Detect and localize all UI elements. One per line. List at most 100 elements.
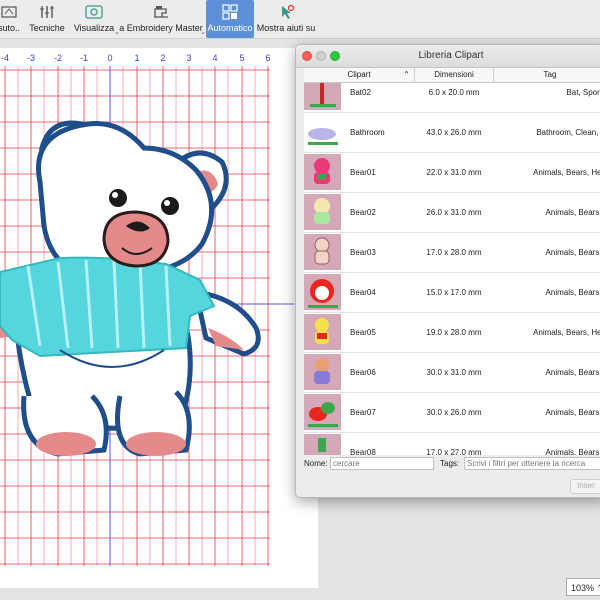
- column-clipart-label: Clipart: [347, 70, 371, 79]
- clipart-thumbnail-bat: [304, 83, 341, 110]
- toolbar-automatic-label: Automatico: [207, 23, 253, 33]
- clipart-name: Bathroom: [350, 128, 385, 137]
- tags-label: Tags:: [440, 459, 460, 468]
- insert-button[interactable]: Inser: [570, 479, 600, 494]
- clipart-dimensions: 15.0 x 17.0 mm: [426, 288, 482, 297]
- close-window-button[interactable]: [302, 51, 312, 61]
- clipart-dimensions: 6.0 x 20.0 mm: [428, 88, 480, 97]
- column-dimensions-label: Dimensioni: [434, 70, 474, 79]
- clipart-dimensions: 30.0 x 31.0 mm: [426, 368, 482, 377]
- zoom-level: 103%: [571, 583, 595, 593]
- clipart-name: Bear07: [350, 408, 376, 417]
- column-tag[interactable]: Tag: [494, 68, 600, 82]
- clipart-thumbnail-bear08: [304, 434, 341, 455]
- ruler-label: 4: [212, 53, 218, 63]
- clipart-table-header: Clipart ⌃ Dimensioni Tag: [304, 68, 600, 83]
- toolbar-help-button[interactable]: Mostra aiuti su: [257, 0, 315, 38]
- table-row[interactable]: Bathroom 43.0 x 26.0 mm Bathroom, Clean,…: [304, 113, 600, 153]
- clipart-thumbnail-bear01: [304, 154, 341, 190]
- toolbar-view-button[interactable]: Visualizza ⌄: [73, 0, 120, 38]
- column-tag-label: Tag: [543, 70, 557, 79]
- clipart-tags: Animals, Bears, I: [545, 288, 600, 297]
- toolbar-auto-label: suto..: [0, 23, 20, 33]
- clipart-name: Bear08: [350, 448, 376, 455]
- clipart-tags: Animals, Bears, I: [545, 408, 600, 417]
- clipart-tags: Bathroom, Clean, S: [536, 128, 600, 137]
- techniques-icon: [40, 6, 54, 18]
- clipart-thumbnail-bear04: [304, 274, 341, 310]
- clipart-name: Bear02: [350, 208, 376, 217]
- table-row[interactable]: Bear08 17.0 x 27.0 mm Animals, Bears, I: [304, 433, 600, 455]
- automatic-icon: [222, 4, 238, 20]
- toolbar-view-label: Visualizza: [73, 23, 115, 33]
- clipart-dimensions: 30.0 x 26.0 mm: [426, 408, 482, 417]
- clipart-dimensions: 22.0 x 31.0 mm: [426, 168, 482, 177]
- clipart-thumbnail-bear06: [304, 354, 341, 390]
- clipart-name: Bear01: [350, 168, 376, 177]
- ruler-label: 0: [107, 53, 113, 63]
- chevron-up-icon: ⌃: [594, 583, 600, 593]
- tags-filter-input[interactable]: [464, 457, 600, 470]
- sewing-machine-icon: [154, 6, 168, 18]
- table-row[interactable]: Bear07 30.0 x 26.0 mm Animals, Bears, I: [304, 393, 600, 433]
- clipart-dimensions: 19.0 x 28.0 mm: [426, 328, 482, 337]
- sort-ascending-icon: ⌃: [403, 70, 410, 79]
- clipart-tags: Animals, Bears, I: [545, 448, 600, 455]
- toolbar-help-label: Mostra aiuti su: [256, 23, 316, 33]
- ruler-label: 1: [134, 53, 140, 63]
- clipart-thumbnail-bathroom: [304, 114, 341, 150]
- horizontal-ruler: -4 -3 -2 -1 0 1 2 3 4 5 6: [0, 52, 294, 66]
- name-search-input[interactable]: [330, 457, 434, 470]
- clipart-name: Bear03: [350, 248, 376, 257]
- ruler-label: 2: [160, 53, 166, 63]
- clipart-dimensions: 43.0 x 26.0 mm: [426, 128, 482, 137]
- table-row[interactable]: Bear06 30.0 x 31.0 mm Animals, Bears, I: [304, 353, 600, 393]
- toolbar-techniques-label: Tecniche: [29, 23, 65, 33]
- toolbar-techniques-button[interactable]: Tecniche: [29, 0, 65, 38]
- ruler-label: -4: [0, 53, 10, 63]
- clipart-list[interactable]: Bat02 6.0 x 20.0 mm Bat, Sports Bathroom…: [304, 83, 600, 455]
- clipart-dimensions: 17.0 x 28.0 mm: [426, 248, 482, 257]
- help-pointer-icon: [282, 4, 295, 19]
- column-clipart[interactable]: Clipart ⌃: [304, 68, 415, 82]
- clipart-tags: Animals, Bears, Hea: [533, 168, 600, 177]
- clipart-thumbnail-bear07: [304, 394, 341, 430]
- minimize-window-button[interactable]: [316, 51, 326, 61]
- toolbar-automatic-button[interactable]: Automatico: [206, 0, 254, 38]
- table-row[interactable]: Bear05 19.0 x 28.0 mm Animals, Bears, He…: [304, 313, 600, 353]
- clipart-tags: Animals, Bears, I: [545, 208, 600, 217]
- window-title-bar[interactable]: Libreria Clipart: [296, 45, 600, 68]
- clipart-name: Bear06: [350, 368, 376, 377]
- zoom-level-control[interactable]: 103% ⌃: [566, 578, 600, 596]
- clipart-tags: Bat, Sports: [566, 88, 600, 97]
- ruler-label: 5: [239, 53, 245, 63]
- ruler-label: -2: [53, 53, 63, 63]
- clipart-thumbnail-bear02: [304, 194, 341, 230]
- embroidery-canvas[interactable]: [0, 66, 294, 596]
- bear-design[interactable]: [0, 120, 261, 457]
- name-label: Nome:: [304, 459, 328, 468]
- clipart-tags: Animals, Bears, I: [545, 248, 600, 257]
- clipart-dimensions: 26.0 x 31.0 mm: [426, 208, 482, 217]
- table-row[interactable]: Bear01 22.0 x 31.0 mm Animals, Bears, He…: [304, 153, 600, 193]
- ruler-label: 6: [265, 53, 271, 63]
- zoom-window-button[interactable]: [330, 51, 340, 61]
- toolbar-auto-button[interactable]: suto..: [0, 0, 24, 38]
- clipart-search-form: Nome: Tags: Inser: [304, 455, 600, 495]
- window-title: Libreria Clipart: [418, 50, 484, 61]
- clipart-name: Bear04: [350, 288, 376, 297]
- clipart-dimensions: 17.0 x 27.0 mm: [426, 448, 482, 455]
- table-row[interactable]: Bear03 17.0 x 28.0 mm Animals, Bears, I: [304, 233, 600, 273]
- toolbar-embroidery-master-button[interactable]: a Embroidery Master ⌄: [119, 0, 206, 38]
- table-row[interactable]: Bear02 26.0 x 31.0 mm Animals, Bears, I: [304, 193, 600, 233]
- ruler-label: -3: [26, 53, 36, 63]
- ruler-label: 3: [186, 53, 192, 63]
- column-dimensions[interactable]: Dimensioni: [415, 68, 494, 82]
- auto-digitize-icon: [1, 6, 17, 18]
- table-row[interactable]: Bear04 15.0 x 17.0 mm Animals, Bears, I: [304, 273, 600, 313]
- clipart-tags: Animals, Bears, Hea: [533, 328, 600, 337]
- toolbar-embroidery-master-label: a Embroidery Master: [119, 23, 203, 33]
- table-row[interactable]: Bat02 6.0 x 20.0 mm Bat, Sports: [304, 83, 600, 113]
- ruler-label: -1: [79, 53, 89, 63]
- clipart-thumbnail-bear05: [304, 314, 341, 350]
